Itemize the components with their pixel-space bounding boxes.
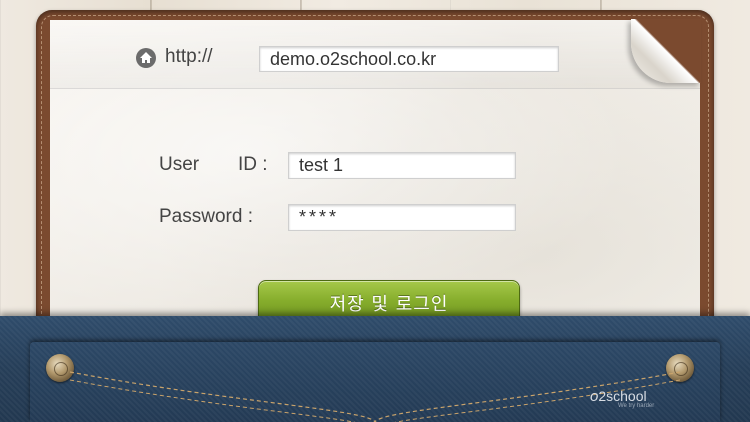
user-id-label-user: User	[159, 154, 200, 175]
denim-pocket-footer: o2school We try harder	[0, 316, 750, 422]
server-url-input[interactable]	[259, 46, 559, 72]
home-icon[interactable]	[136, 48, 156, 68]
paper-sheet: http:// User ID : Password : 저장 및 로그인	[50, 19, 701, 350]
pocket-stitching	[69, 371, 681, 422]
password-label: Password :	[159, 206, 253, 227]
user-id-label-id: ID :	[238, 154, 268, 175]
http-prefix-label: http://	[165, 46, 213, 67]
password-input[interactable]	[288, 204, 516, 231]
user-id-input[interactable]	[288, 152, 516, 179]
pocket-flap	[30, 342, 720, 422]
leather-frame: http:// User ID : Password : 저장 및 로그인	[36, 10, 714, 350]
o2school-logo: o2school We try harder	[590, 388, 655, 409]
